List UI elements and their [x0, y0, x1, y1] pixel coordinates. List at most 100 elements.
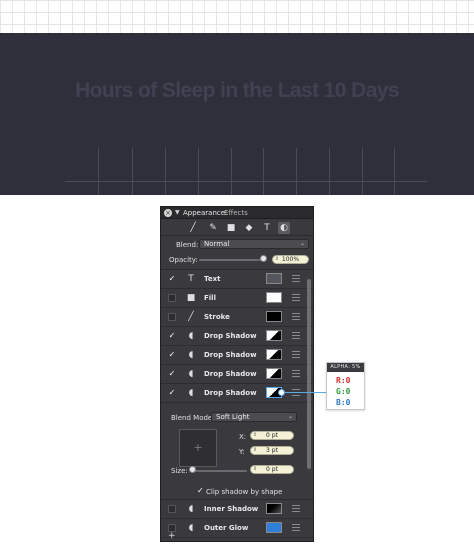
y-offset-stepper[interactable]: ⇕ 3 pt — [250, 446, 294, 455]
line-icon[interactable]: ╱ — [187, 222, 199, 234]
effect-label: Drop Shadow — [204, 351, 257, 359]
red-value: R:0 — [336, 376, 351, 385]
color-swatch[interactable] — [266, 503, 282, 514]
shadow-icon: ◖ — [188, 388, 194, 398]
y-label: Y: — [239, 448, 245, 456]
opacity-slider-knob[interactable] — [260, 255, 267, 262]
grid-line — [231, 148, 232, 195]
scrollbar[interactable] — [307, 279, 311, 469]
drag-handle-icon[interactable] — [292, 351, 300, 358]
panel-titlebar: × ▼ Appearance: Effects — [161, 207, 313, 219]
size-label: Size: — [171, 467, 188, 475]
color-value-callout: ALPHA: 5% R:0 G:0 B:0 — [326, 362, 365, 410]
brush-icon[interactable]: ✎ — [207, 222, 219, 234]
blend-mode-select[interactable]: Soft Light ⌄ — [211, 412, 297, 422]
x-offset-stepper[interactable]: ⇕ 0 pt — [250, 431, 294, 440]
color-swatch[interactable] — [266, 330, 282, 341]
eraser-icon[interactable]: ◆ — [243, 222, 255, 234]
panel-subtitle: Effects — [224, 209, 248, 217]
effect-label: Text — [204, 275, 221, 283]
effect-row-fill[interactable]: ■ Fill — [161, 289, 313, 308]
effect-row-inner-shadow[interactable]: ◖ Inner Shadow — [161, 500, 313, 519]
effect-label: Drop Shadow — [204, 389, 257, 397]
effect-label: Fill — [204, 294, 216, 302]
effect-checkbox[interactable]: ✓ — [168, 389, 176, 397]
blend-label: Blend: — [176, 241, 199, 249]
circle-icon[interactable]: ◐ — [278, 222, 290, 234]
effect-checkbox[interactable]: ✓ — [168, 351, 176, 359]
shadow-icon: ◖ — [188, 523, 194, 533]
drag-handle-icon[interactable] — [292, 294, 300, 301]
screenshot-root: Hours of Sleep in the Last 10 Days × ▼ A… — [0, 0, 474, 553]
effect-checkbox[interactable]: ✓ — [168, 275, 176, 283]
blend-select[interactable]: Normal ⌄ — [199, 239, 309, 249]
drag-handle-icon[interactable] — [292, 505, 300, 512]
color-swatch[interactable] — [266, 522, 282, 533]
effect-label: Outer Glow — [204, 524, 249, 532]
drag-handle-icon[interactable] — [292, 332, 300, 339]
shadow-offset-preview[interactable]: + — [179, 429, 217, 467]
design-canvas: Hours of Sleep in the Last 10 Days — [0, 33, 474, 195]
opacity-stepper[interactable]: ⇕ 100% — [272, 255, 309, 264]
drag-handle-icon[interactable] — [292, 370, 300, 377]
effect-checkbox[interactable] — [168, 505, 176, 513]
fill-square-icon: ■ — [186, 293, 196, 303]
shadow-icon: ◖ — [188, 369, 194, 379]
disclosure-triangle-icon[interactable]: ▼ — [175, 209, 180, 216]
effect-row-stroke[interactable]: ╱ Stroke — [161, 308, 313, 327]
color-swatch[interactable] — [266, 292, 282, 303]
x-offset-value: 0 pt — [266, 432, 278, 439]
text-icon[interactable]: T — [261, 222, 273, 234]
clip-shadow-checkbox[interactable]: ✓ — [197, 487, 205, 495]
drag-handle-icon[interactable] — [292, 313, 300, 320]
grid-line — [165, 148, 166, 195]
grid-line — [296, 148, 297, 195]
opacity-slider-track[interactable] — [199, 259, 263, 261]
effect-checkbox[interactable]: ✓ — [168, 370, 176, 378]
effect-checkbox[interactable] — [168, 313, 176, 321]
effect-label: Drop Shadow — [204, 332, 257, 340]
y-offset-value: 3 pt — [266, 447, 278, 454]
chart-title-text[interactable]: Hours of Sleep in the Last 10 Days — [0, 79, 474, 103]
shadow-icon: ◖ — [188, 331, 194, 341]
effect-row-outer-glow[interactable]: ◖ Outer Glow — [161, 519, 313, 538]
blend-mode-label: Blend Mode: — [171, 414, 215, 422]
color-swatch[interactable] — [266, 311, 282, 322]
color-swatch[interactable] — [266, 368, 282, 379]
grid-line — [65, 181, 427, 182]
effect-row-drop-shadow[interactable]: ✓ ◖ Drop Shadow — [161, 365, 313, 384]
add-effect-button[interactable]: + — [168, 531, 176, 541]
effect-row-drop-shadow-selected[interactable]: ✓ ◖ Drop Shadow — [161, 384, 313, 403]
square-icon[interactable]: ■ — [225, 222, 237, 234]
grid-background — [0, 0, 474, 36]
close-icon[interactable]: × — [164, 209, 172, 217]
effect-row-text[interactable]: ✓ T Text — [161, 270, 313, 289]
panel-title: Appearance: — [183, 209, 228, 217]
size-value: 0 pt — [266, 466, 278, 473]
effect-checkbox[interactable] — [168, 294, 176, 302]
chevron-down-icon: ⌄ — [299, 240, 305, 247]
size-stepper[interactable]: ⇕ 0 pt — [250, 465, 294, 474]
blue-value: B:0 — [336, 398, 351, 407]
callout-anchor-dot — [278, 389, 285, 396]
grid-line — [362, 148, 363, 195]
grid-line — [132, 148, 133, 195]
color-swatch[interactable] — [266, 349, 282, 360]
size-slider-track[interactable] — [191, 470, 247, 472]
alpha-header: ALPHA: 5% — [327, 363, 364, 372]
drag-handle-icon[interactable] — [292, 275, 300, 282]
opacity-value: 100% — [281, 256, 300, 263]
color-swatch[interactable] — [266, 273, 282, 284]
size-slider-knob[interactable] — [189, 466, 196, 473]
text-icon: T — [188, 274, 194, 284]
clip-shadow-label: Clip shadow by shape — [206, 488, 283, 496]
stepper-arrows-icon: ⇕ — [253, 466, 258, 472]
blend-value: Normal — [204, 240, 230, 248]
stepper-arrows-icon: ⇕ — [253, 432, 258, 438]
effect-row-drop-shadow[interactable]: ✓ ◖ Drop Shadow — [161, 327, 313, 346]
effect-checkbox[interactable]: ✓ — [168, 332, 176, 340]
effect-row-drop-shadow[interactable]: ✓ ◖ Drop Shadow — [161, 346, 313, 365]
blend-mode-value: Soft Light — [216, 413, 250, 421]
appearance-inspector-panel: × ▼ Appearance: Effects ╱ ✎ ■ ◆ T ◐ Blen… — [160, 206, 314, 542]
drag-handle-icon[interactable] — [292, 524, 300, 531]
